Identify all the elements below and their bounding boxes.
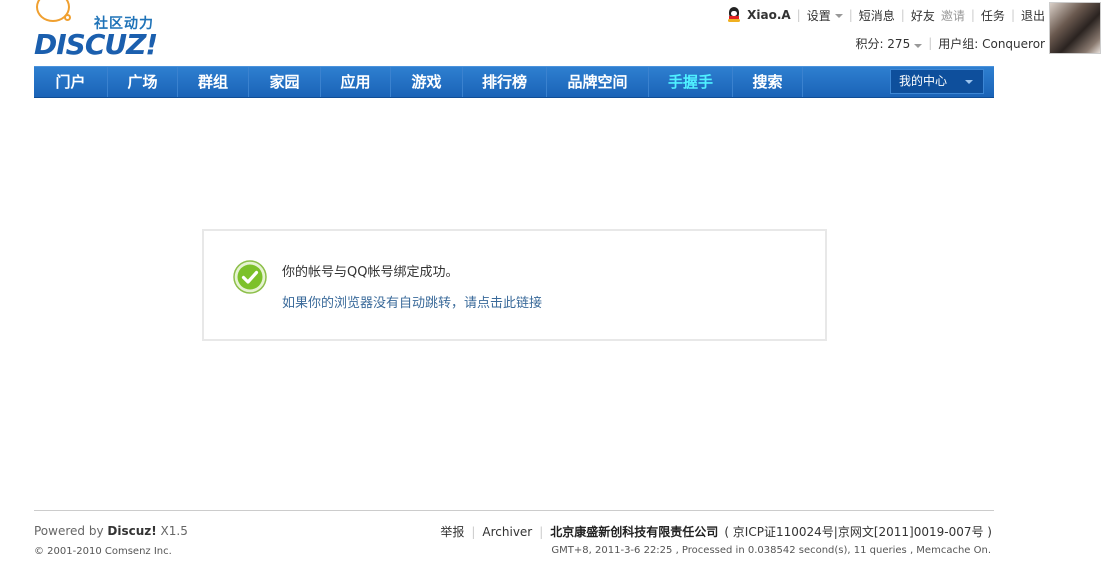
nav-item-square[interactable]: 广场: [108, 67, 178, 97]
chevron-down-icon: [834, 14, 843, 18]
icp-license[interactable]: ( 京ICP证110024号|京网文[2011]0019-007号 ): [724, 523, 992, 540]
username-link[interactable]: Xiao.A: [747, 8, 791, 22]
divider: |: [970, 8, 975, 22]
nav-item-home[interactable]: 家园: [249, 67, 321, 97]
nav-item-groups[interactable]: 群组: [178, 67, 249, 97]
footer-divider: [34, 510, 994, 511]
debug-info: GMT+8, 2011-3-6 22:25 , Processed in 0.0…: [551, 545, 991, 556]
user-toolbar: Xiao.A | 设置 | 短消息 | 好友 邀请 | 任务 | 退出: [727, 6, 1045, 24]
logo-bubble-dot-icon: [64, 14, 71, 21]
archiver-link[interactable]: Archiver: [482, 525, 532, 539]
nav-item-games[interactable]: 游戏: [391, 67, 463, 97]
credits-menu[interactable]: 积分: 275: [855, 35, 923, 52]
avatar[interactable]: [1049, 2, 1101, 54]
invite-link[interactable]: 邀请: [941, 7, 965, 24]
nav-item-portal[interactable]: 门户: [34, 67, 108, 97]
powered-by: Powered by Discuz! X1.5: [34, 524, 188, 538]
logout-link[interactable]: 退出: [1021, 7, 1045, 24]
messages-link[interactable]: 短消息: [859, 7, 895, 24]
divider: |: [471, 524, 476, 539]
logo[interactable]: 社区动力 DISCUZ!: [34, 0, 174, 62]
my-center-menu[interactable]: 我的中心: [890, 69, 984, 94]
nav-item-apps[interactable]: 应用: [321, 67, 391, 97]
divider: |: [900, 8, 905, 22]
divider: |: [1010, 8, 1015, 22]
powered-prefix: Powered by: [34, 524, 108, 538]
user-info: 积分: 275 | 用户组: Conqueror: [855, 34, 1045, 52]
redirect-link[interactable]: 如果你的浏览器没有自动跳转，请点击此链接: [282, 292, 542, 311]
divider: |: [848, 8, 853, 22]
company-link[interactable]: 北京康盛新创科技有限责任公司: [550, 523, 718, 540]
divider: |: [539, 524, 544, 539]
my-center-label: 我的中心: [899, 74, 948, 88]
nav-item-ranking[interactable]: 排行榜: [463, 67, 547, 97]
discuz-link[interactable]: Discuz!: [107, 524, 156, 538]
message-box: 你的帐号与QQ帐号绑定成功。 如果你的浏览器没有自动跳转，请点击此链接: [202, 229, 827, 341]
success-check-icon: [233, 260, 267, 294]
copyright: © 2001-2010 Comsenz Inc.: [34, 546, 172, 557]
tasks-link[interactable]: 任务: [981, 7, 1005, 24]
logo-brand: DISCUZ!: [34, 28, 158, 61]
chevron-down-icon: [965, 80, 973, 84]
nav-item-handshake[interactable]: 手握手: [649, 67, 733, 97]
nav-item-search[interactable]: 搜索: [733, 67, 803, 97]
success-message: 你的帐号与QQ帐号绑定成功。: [282, 265, 459, 280]
footer-links: 举报 | Archiver | 北京康盛新创科技有限责任公司 ( 京ICP证11…: [440, 523, 992, 540]
chevron-down-icon: [914, 43, 923, 48]
nav-item-brand-space[interactable]: 品牌空间: [547, 67, 649, 97]
settings-label: 设置: [806, 8, 831, 23]
divider: |: [796, 8, 801, 22]
report-link[interactable]: 举报: [440, 523, 464, 540]
main-nav: 门户 广场 群组 家园 应用 游戏 排行榜 品牌空间 手握手 搜索 我的中心: [34, 66, 994, 98]
divider: |: [928, 36, 933, 50]
qq-penguin-icon: [727, 7, 741, 23]
powered-version: X1.5: [156, 524, 188, 538]
credits-label: 积分: 275: [855, 36, 911, 51]
friends-link[interactable]: 好友: [911, 7, 935, 24]
user-group-link[interactable]: 用户组: Conqueror: [938, 35, 1045, 52]
settings-menu[interactable]: 设置: [807, 7, 843, 24]
